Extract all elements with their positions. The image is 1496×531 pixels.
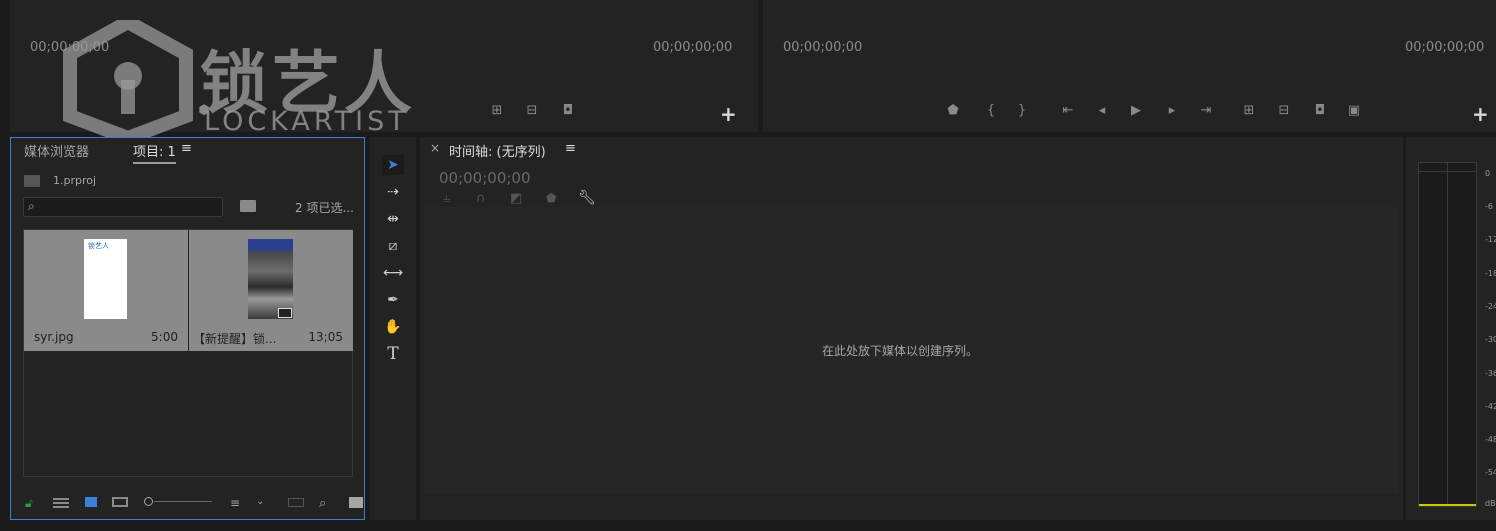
zoom-slider[interactable] <box>144 497 212 507</box>
drop-hint: 在此处放下媒体以创建序列。 <box>822 344 979 358</box>
freeform-view-icon[interactable] <box>112 496 128 510</box>
camera-icon[interactable]: ◘ <box>559 103 577 119</box>
comparison-view-icon[interactable]: ▣ <box>1345 103 1363 119</box>
timeline-panel: × 时间轴: (无序列) ≡ 00;00;00;00 ⫨ ∩ ◩ ⬟ 🔧︎ 在此… <box>420 137 1403 520</box>
pen-tool-icon[interactable]: ✒ <box>382 290 404 310</box>
timeline-menu-icon[interactable]: ≡ <box>565 141 576 156</box>
project-file-name: 1.prproj <box>53 174 97 187</box>
meter-level <box>1419 504 1476 506</box>
timeline-title[interactable]: 时间轴: (无序列) <box>449 141 546 160</box>
selection-status: 2 项已选... <box>295 201 354 215</box>
insert-sequence-icon[interactable]: ⫨ <box>443 191 450 206</box>
new-bin-icon[interactable] <box>349 496 365 510</box>
insert-icon[interactable]: ⊞ <box>488 103 506 119</box>
program-timecode-duration: 00;00;00;00 <box>1405 40 1485 55</box>
linked-selection-icon[interactable]: ◩ <box>510 191 522 206</box>
video-thumbnail <box>248 239 293 319</box>
search-icon: ⌕ <box>28 199 35 213</box>
meter-label: 0 <box>1485 169 1491 178</box>
meter-label: dB <box>1485 499 1496 508</box>
add-marker-icon[interactable]: ⬟ <box>944 103 962 119</box>
track-select-tool-icon[interactable]: ⇢ <box>382 182 404 202</box>
source-add-button[interactable]: + <box>720 104 737 124</box>
meter-label: -42 <box>1485 402 1496 411</box>
program-timecode-current[interactable]: 00;00;00;00 <box>783 40 862 55</box>
project-panel-menu-icon[interactable]: ≡ <box>181 141 192 156</box>
list-item[interactable]: 锁艺人 syr.jpg 5:00 <box>24 230 188 351</box>
audio-video-icon <box>278 308 292 318</box>
list-item[interactable]: 【新提醒】锁... 13;05 <box>189 230 353 351</box>
meter-label: -24 <box>1485 302 1496 311</box>
mark-in-icon[interactable]: ⬢ <box>195 103 213 119</box>
folder-icon <box>24 175 40 187</box>
razor-tool-icon[interactable]: ⧄ <box>382 236 404 256</box>
meter-label: -36 <box>1485 369 1496 378</box>
wrench-icon[interactable]: 🔧︎ <box>578 190 596 206</box>
meter-label: -30 <box>1485 335 1496 344</box>
lift-icon[interactable]: ⊞ <box>1240 103 1258 119</box>
image-thumbnail: 锁艺人 <box>84 239 127 319</box>
chevron-down-icon[interactable]: ⌄ <box>256 496 272 510</box>
go-to-out-icon[interactable]: ⇥ <box>1197 103 1215 119</box>
meter-label: -18 <box>1485 269 1496 278</box>
project-panel: 媒体浏览器 项目: 1 ≡ 1.prproj ⌕ 2 项已选... 锁艺人 sy… <box>10 137 365 520</box>
meter-label: -54 <box>1485 468 1496 477</box>
play-icon[interactable]: ▶ <box>1127 103 1145 119</box>
search-icon[interactable]: ⌕ <box>319 496 335 511</box>
icon-view-icon[interactable] <box>85 496 101 510</box>
add-marker-icon[interactable]: ⬟ <box>546 191 556 205</box>
meter-label: -6 <box>1485 202 1493 211</box>
tab-project[interactable]: 项目: 1 <box>133 141 176 164</box>
tools-panel: ➤ ⇢ ⇹ ⧄ ⟷ ✒ ✋ T <box>370 137 416 520</box>
automate-to-sequence-icon[interactable] <box>288 496 304 510</box>
close-icon[interactable]: × <box>430 141 440 155</box>
program-add-button[interactable]: + <box>1472 104 1489 124</box>
timeline-timecode[interactable]: 00;00;00;00 <box>439 169 531 187</box>
source-timecode-duration: 00;00;00;00 <box>653 40 733 55</box>
source-timecode-current[interactable]: 00;00;00;00 <box>30 40 109 55</box>
sort-icon[interactable]: ≡ <box>230 496 246 510</box>
lock-icon[interactable]: 🔓︎ <box>25 496 41 510</box>
search-input[interactable]: ⌕ <box>23 197 223 217</box>
source-monitor: 00;00;00;00 00;00;00;00 ⬢ ⊞ ⊟ ◘ + <box>10 0 758 132</box>
find-icon[interactable] <box>240 200 256 212</box>
type-tool-icon[interactable]: T <box>382 344 404 364</box>
step-forward-icon[interactable]: ▸ <box>1163 103 1181 119</box>
item-name: 【新提醒】锁... <box>193 332 277 346</box>
selection-tool-icon[interactable]: ➤ <box>382 155 404 175</box>
item-duration: 13;05 <box>308 330 343 344</box>
meter-label: -12 <box>1485 235 1496 244</box>
mark-in-icon[interactable]: { <box>982 103 1000 119</box>
program-monitor: 00;00;00;00 00;00;00;00 ⬟ { } ⇤ ◂ ▶ ▸ ⇥ … <box>763 0 1496 132</box>
go-to-in-icon[interactable]: ⇤ <box>1059 103 1077 119</box>
extract-icon[interactable]: ⊟ <box>1275 103 1293 119</box>
thumbnail-logo-text: 锁艺人 <box>88 242 109 250</box>
audio-meter: 0 -6 -12 -18 -24 -30 -36 -42 -48 -54 dB <box>1406 137 1496 520</box>
meter-bars <box>1418 162 1477 507</box>
hand-tool-icon[interactable]: ✋ <box>382 317 404 337</box>
camera-icon[interactable]: ◘ <box>1311 103 1329 119</box>
ripple-edit-tool-icon[interactable]: ⇹ <box>382 209 404 229</box>
snap-icon[interactable]: ∩ <box>476 191 486 206</box>
mark-out-icon[interactable]: } <box>1013 103 1031 119</box>
tab-media-browser[interactable]: 媒体浏览器 <box>24 141 89 160</box>
item-duration: 5:00 <box>151 330 178 344</box>
overwrite-icon[interactable]: ⊟ <box>523 103 541 119</box>
slip-tool-icon[interactable]: ⟷ <box>382 263 404 283</box>
meter-label: -48 <box>1485 435 1496 444</box>
list-view-icon[interactable] <box>53 496 69 510</box>
step-back-icon[interactable]: ◂ <box>1093 103 1111 119</box>
item-name: syr.jpg <box>34 330 74 344</box>
